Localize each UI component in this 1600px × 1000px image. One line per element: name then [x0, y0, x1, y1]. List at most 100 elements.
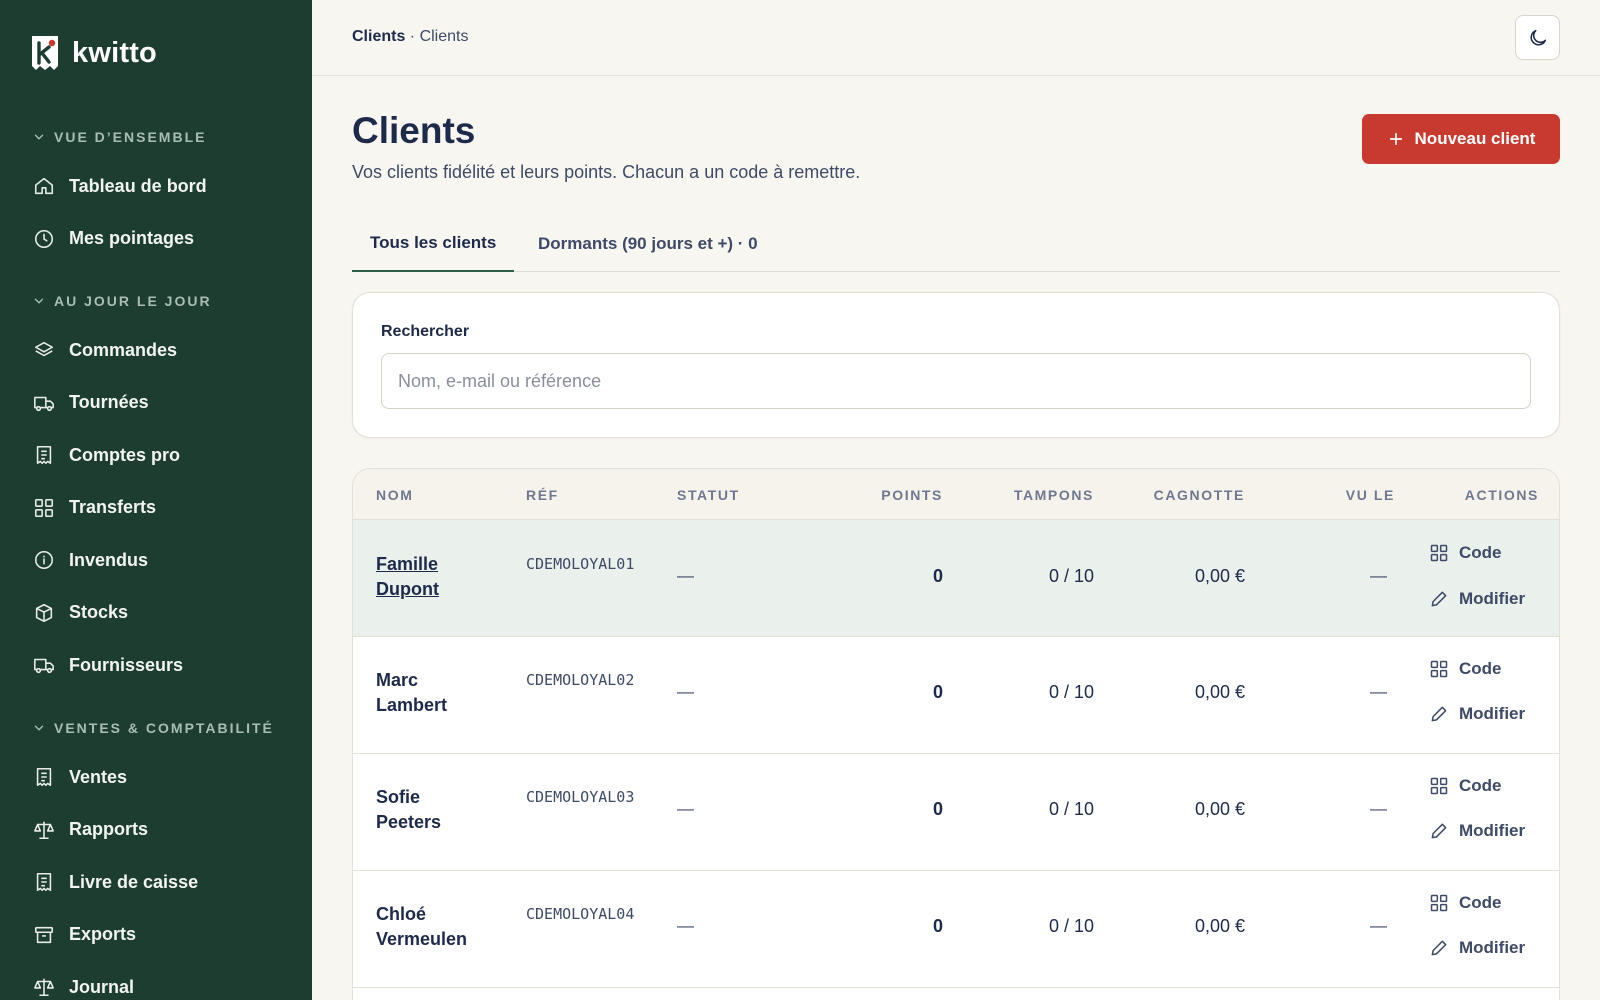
edit-label: Modifier	[1459, 821, 1526, 840]
theme-toggle-button[interactable]	[1515, 15, 1560, 60]
client-points: 0	[932, 799, 943, 819]
client-pot: 0,00 €	[1194, 566, 1245, 586]
search-input[interactable]	[381, 353, 1531, 409]
code-button[interactable]: Code	[1429, 776, 1502, 796]
table-row: Marc Lambert CDEMOLOYAL02 — 0 0 / 10 0,0…	[353, 637, 1559, 754]
qr-code-icon	[1430, 777, 1448, 795]
tab-dormant-clients[interactable]: Dormants (90 jours et +) · 0	[538, 216, 758, 272]
client-last-seen: —	[1370, 682, 1387, 701]
table-row: Chloé Vermeulen CDEMOLOYAL04 — 0 0 / 10 …	[353, 871, 1559, 988]
sidebar-item-exports[interactable]: Exports	[0, 909, 312, 962]
page-title: Clients	[352, 110, 476, 151]
tab-all-clients[interactable]: Tous les clients	[352, 216, 515, 272]
section-header-overview[interactable]: VUE D’ENSEMBLE	[0, 126, 312, 148]
code-button[interactable]: Code	[1429, 659, 1502, 679]
nav-section-daily: AU JOUR LE JOUR Commandes Tournées Compt…	[0, 290, 312, 692]
home-icon	[34, 178, 54, 195]
page-subtitle: Vos clients fidélité et leurs points. Ch…	[352, 162, 861, 182]
column-header-status[interactable]: STATUT	[677, 487, 740, 503]
sidebar-item-suppliers[interactable]: Fournisseurs	[0, 639, 312, 692]
sidebar-item-transfers[interactable]: Transferts	[0, 482, 312, 535]
new-client-button[interactable]: Nouveau client	[1362, 114, 1560, 164]
section-header-sales[interactable]: VENTES & COMPTABILITÉ	[0, 717, 312, 739]
client-points: 0	[932, 916, 943, 936]
nav-section-sales: VENTES & COMPTABILITÉ Ventes Rapports Li…	[0, 717, 312, 1000]
tab-label: Dormants (90 jours et +) · 0	[538, 234, 758, 253]
client-stamps: 0 / 10	[1048, 682, 1094, 702]
column-header-pot[interactable]: CAGNOTTE	[1154, 487, 1245, 503]
sidebar-item-timesheets[interactable]: Mes pointages	[0, 213, 312, 266]
sidebar-item-label: Comptes pro	[69, 444, 181, 465]
edit-button[interactable]: Modifier	[1429, 704, 1525, 724]
edit-button[interactable]: Modifier	[1429, 821, 1525, 841]
chevron-down-icon	[34, 725, 44, 731]
section-title: AU JOUR LE JOUR	[54, 293, 212, 309]
client-last-seen: —	[1370, 566, 1387, 585]
edit-button[interactable]: Modifier	[1429, 938, 1525, 958]
sidebar-item-label: Journal	[69, 976, 135, 997]
column-header-ref[interactable]: RÉF	[526, 487, 559, 503]
column-header-name[interactable]: NOM	[376, 487, 413, 503]
column-header-points[interactable]: POINTS	[881, 487, 943, 503]
client-name[interactable]: Chloé Vermeulen	[376, 902, 486, 952]
sidebar-item-label: Tournées	[69, 392, 149, 413]
receipt-icon	[36, 446, 52, 465]
client-name[interactable]: Sofie Peeters	[376, 785, 486, 835]
new-client-label: Nouveau client	[1414, 129, 1536, 148]
sidebar-item-pro-accounts[interactable]: Comptes pro	[0, 429, 312, 482]
plus-icon	[1389, 132, 1402, 146]
sidebar-item-journal[interactable]: Journal	[0, 961, 312, 1000]
chevron-down-icon	[34, 298, 44, 304]
client-stamps: 0 / 10	[1048, 566, 1094, 586]
sidebar-item-label: Mes pointages	[69, 228, 195, 249]
sidebar-item-label: Commandes	[69, 339, 178, 360]
sidebar-item-rounds[interactable]: Tournées	[0, 377, 312, 430]
client-name-link[interactable]: Famille Dupont	[376, 552, 486, 602]
qr-code-icon	[1430, 660, 1448, 678]
scale-icon	[34, 821, 54, 839]
client-name[interactable]: Marc Lambert	[376, 668, 486, 718]
client-status: —	[677, 799, 694, 818]
receipt-icon	[36, 873, 52, 892]
sidebar-item-label: Ventes	[69, 766, 128, 787]
table-row: Sofie Peeters CDEMOLOYAL03 — 0 0 / 10 0,…	[353, 754, 1559, 871]
section-title: VENTES & COMPTABILITÉ	[54, 720, 274, 736]
sidebar-item-label: Exports	[69, 924, 137, 945]
chevron-down-icon	[34, 134, 44, 140]
sidebar-item-sales[interactable]: Ventes	[0, 751, 312, 804]
breadcrumb-root[interactable]: Clients	[352, 28, 405, 45]
client-status: —	[677, 566, 694, 585]
client-pot: 0,00 €	[1194, 799, 1245, 819]
receipt-icon	[36, 768, 52, 787]
client-ref: CDEMOLOYAL03	[526, 788, 635, 806]
sidebar-item-label: Tableau de bord	[69, 175, 207, 196]
section-header-daily[interactable]: AU JOUR LE JOUR	[0, 290, 312, 312]
code-label: Code	[1459, 776, 1502, 795]
breadcrumb: Clients · Clients	[352, 28, 468, 46]
code-label: Code	[1459, 543, 1502, 562]
brand-name: kwitto	[72, 36, 157, 69]
grid-icon	[34, 498, 54, 517]
sidebar-item-cashbook[interactable]: Livre de caisse	[0, 856, 312, 909]
qr-code-icon	[1430, 544, 1448, 562]
sidebar-item-dashboard[interactable]: Tableau de bord	[0, 160, 312, 213]
sidebar-item-orders[interactable]: Commandes	[0, 324, 312, 377]
sidebar-item-unsold[interactable]: Invendus	[0, 534, 312, 587]
nav-section-overview: VUE D’ENSEMBLE Tableau de bord Mes point…	[0, 126, 312, 265]
code-button[interactable]: Code	[1429, 893, 1502, 913]
truck-icon	[34, 396, 54, 411]
client-status: —	[677, 916, 694, 935]
client-ref: CDEMOLOYAL01	[526, 555, 635, 573]
client-stamps: 0 / 10	[1048, 916, 1094, 936]
sidebar-item-stocks[interactable]: Stocks	[0, 587, 312, 640]
tab-label: Tous les clients	[370, 233, 497, 252]
code-button[interactable]: Code	[1429, 543, 1502, 563]
column-header-stamps[interactable]: TAMPONS	[1014, 487, 1094, 503]
brand-logo[interactable]: kwitto	[30, 34, 157, 72]
sidebar-item-label: Livre de caisse	[69, 871, 199, 892]
sidebar-item-reports[interactable]: Rapports	[0, 804, 312, 857]
client-pot: 0,00 €	[1194, 916, 1245, 936]
column-header-last-seen[interactable]: VU LE	[1346, 487, 1395, 503]
edit-button[interactable]: Modifier	[1429, 589, 1525, 609]
client-pot: 0,00 €	[1194, 682, 1245, 702]
